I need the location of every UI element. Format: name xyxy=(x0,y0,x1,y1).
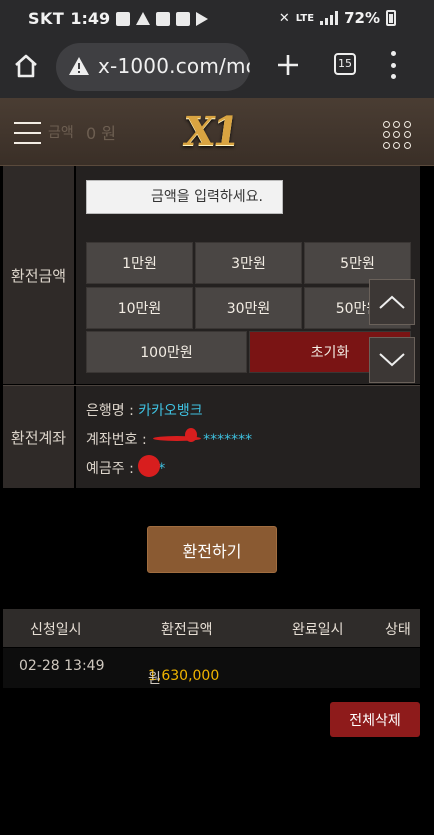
hamburger-menu-icon[interactable] xyxy=(14,122,41,144)
chevron-up-icon xyxy=(379,295,405,309)
carrier-label: SKT xyxy=(28,9,65,28)
amount-row-label: 환전금액 xyxy=(3,166,74,384)
amount-label: 환전금액 xyxy=(10,266,67,285)
amount-button-1m[interactable]: 100만원 xyxy=(86,331,247,373)
redaction-scribble xyxy=(151,428,203,444)
cell-amount-unit: 원 xyxy=(148,671,161,687)
mute-icon: ✕ xyxy=(278,10,290,26)
column-header-status: 상태 xyxy=(385,622,411,638)
table-row: 02-28 13:49 1,630,000 원 xyxy=(3,648,420,688)
header-underlay-value: 0 원 xyxy=(86,124,116,143)
status-bar: SKT 1:49 ✕ LTE 72% xyxy=(0,0,434,38)
scroll-up-button[interactable] xyxy=(369,279,415,325)
warning-icon[interactable] xyxy=(68,56,90,80)
account-label: 환전계좌 xyxy=(10,428,67,447)
url-bar[interactable]: x-1000.com/mo xyxy=(56,43,250,91)
grid-menu-icon[interactable] xyxy=(383,121,411,149)
scroll-down-button[interactable] xyxy=(369,337,415,383)
column-header-requested: 신청일시 xyxy=(30,622,82,638)
chevron-down-icon xyxy=(379,353,405,367)
column-header-amount: 환전금액 xyxy=(161,622,213,638)
history-header: 신청일시 환전금액 완료일시 상태 xyxy=(3,609,420,647)
amount-input[interactable]: 금액을 입력하세요. xyxy=(86,180,283,214)
delete-all-button[interactable]: 전체삭제 xyxy=(330,702,420,737)
bank-name-line: 은행명 : 카카오뱅크 xyxy=(86,400,203,420)
signal-icon xyxy=(320,11,339,25)
bank-name-label: 은행명 : xyxy=(86,403,134,419)
play-icon xyxy=(196,11,209,26)
account-number-value: ******* xyxy=(203,432,253,448)
holder-label: 예금주 : xyxy=(86,461,134,477)
redaction-scribble xyxy=(138,455,161,477)
account-number-line: 계좌번호 : ******* xyxy=(86,428,253,449)
url-text[interactable]: x-1000.com/mo xyxy=(98,54,250,78)
browser-toolbar: x-1000.com/mo 15 xyxy=(0,38,434,98)
account-row-label: 환전계좌 xyxy=(3,386,74,488)
battery-percent: 72% xyxy=(344,9,380,27)
bank-name-value: 카카오뱅크 xyxy=(138,403,203,419)
site-logo[interactable]: X1 xyxy=(181,108,240,155)
amount-button-50k[interactable]: 5만원 xyxy=(304,242,411,284)
account-number-label: 계좌번호 : xyxy=(86,432,147,448)
battery-icon xyxy=(386,10,396,26)
bold-b-icon xyxy=(156,11,171,26)
exchange-button[interactable]: 환전하기 xyxy=(147,526,277,573)
new-tab-icon[interactable] xyxy=(276,53,300,77)
message-icon xyxy=(116,11,131,26)
notification-icon xyxy=(136,12,151,25)
tab-switcher-button[interactable]: 15 xyxy=(334,53,356,75)
cell-requested: 02-28 13:49 xyxy=(19,658,105,674)
home-icon[interactable] xyxy=(12,52,40,80)
amount-button-100k[interactable]: 10만원 xyxy=(86,287,193,329)
site-header: 금액 0 원 X1 xyxy=(0,98,434,166)
amount-button-10k[interactable]: 1만원 xyxy=(86,242,193,284)
clock: 1:49 xyxy=(70,9,111,28)
gallery-icon xyxy=(176,11,191,26)
header-underlay-label: 금액 xyxy=(48,125,74,141)
column-header-completed: 완료일시 xyxy=(292,622,344,638)
amount-button-30k[interactable]: 3만원 xyxy=(195,242,302,284)
more-menu-icon[interactable] xyxy=(388,51,398,79)
amount-button-300k[interactable]: 30만원 xyxy=(195,287,302,329)
holder-line: 예금주 : * xyxy=(86,455,165,478)
network-type: LTE xyxy=(295,12,315,24)
